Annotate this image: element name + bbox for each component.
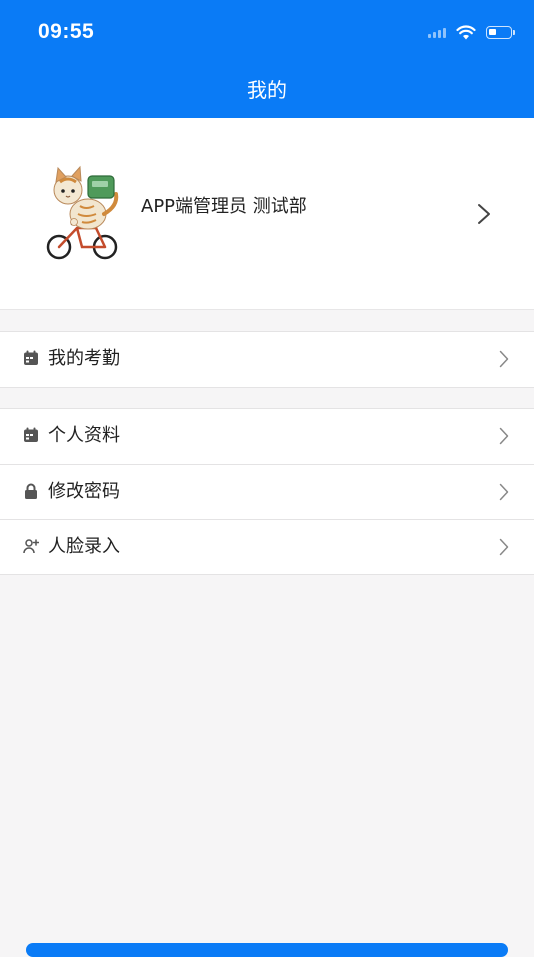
menu-group-attendance: 我的考勤 <box>0 331 534 388</box>
chevron-right-icon <box>499 350 509 368</box>
profile-card[interactable]: APP端管理员 测试部 <box>0 118 534 310</box>
menu-item-change-password[interactable]: 修改密码 <box>0 464 534 519</box>
status-icons <box>428 22 515 42</box>
calendar-icon <box>24 350 38 365</box>
bottom-action-button[interactable] <box>26 943 508 957</box>
menu-item-face-enroll[interactable]: 人脸录入 <box>0 519 534 574</box>
add-user-icon <box>23 539 39 554</box>
menu-item-label: 个人资料 <box>48 425 120 446</box>
chevron-right-icon <box>499 427 509 445</box>
app-header: 09:55 我的 <box>0 0 534 118</box>
cellular-signal-icon <box>428 26 446 38</box>
battery-icon <box>486 25 515 39</box>
battery-level <box>489 28 496 35</box>
status-time: 09:55 <box>38 20 95 43</box>
chevron-right-icon <box>499 483 509 501</box>
wifi-icon <box>456 24 476 39</box>
menu-group-account: 个人资料 修改密码 人脸录入 <box>0 408 534 575</box>
menu-item-label: 我的考勤 <box>48 348 120 369</box>
chevron-right-icon[interactable] <box>476 202 492 226</box>
profile-name: APP端管理员 测试部 <box>141 196 307 217</box>
chevron-right-icon <box>499 538 509 556</box>
page-title: 我的 <box>247 78 287 102</box>
menu-item-personal-info[interactable]: 个人资料 <box>0 409 534 464</box>
cat-on-bicycle-avatar <box>46 165 119 260</box>
menu-item-attendance[interactable]: 我的考勤 <box>0 332 534 387</box>
menu-item-label: 修改密码 <box>48 481 120 502</box>
lock-icon <box>25 483 37 499</box>
calendar-icon <box>24 427 38 442</box>
menu-item-label: 人脸录入 <box>48 536 120 557</box>
